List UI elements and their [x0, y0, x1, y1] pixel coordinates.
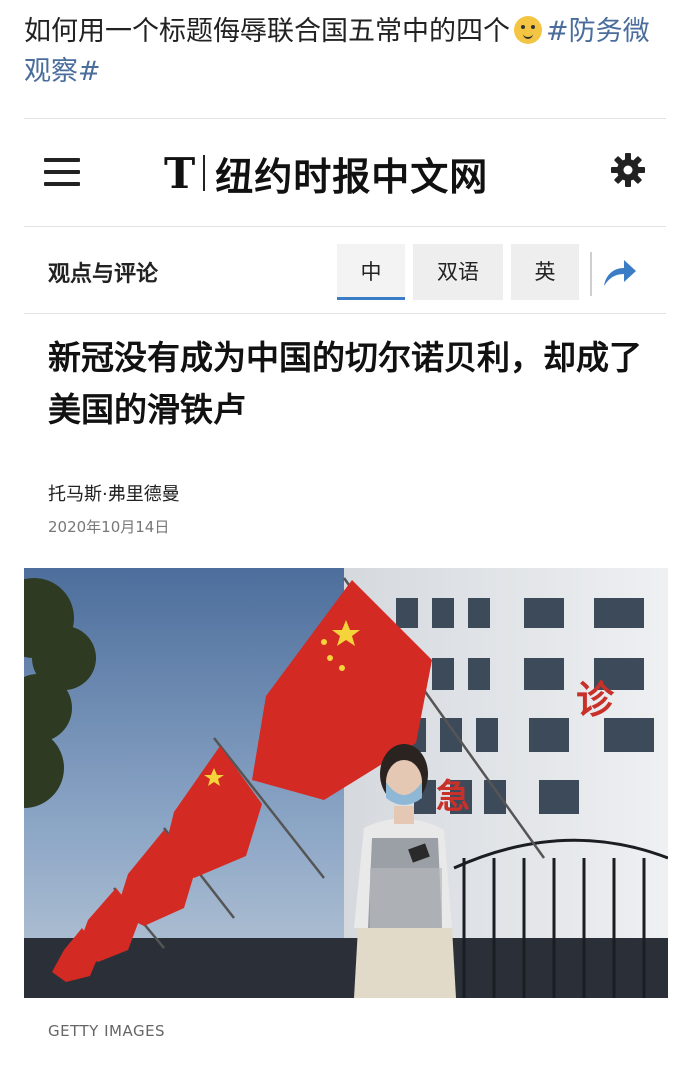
logo-mark: T: [164, 148, 196, 198]
section-divider: [24, 313, 666, 314]
gear-icon[interactable]: [610, 152, 646, 188]
share-arrow-icon[interactable]: [600, 254, 638, 290]
post-text-block: 如何用一个标题侮辱联合国五常中的四个 #防务微观察#: [24, 12, 674, 92]
logo-divider: [203, 155, 206, 191]
tab-english[interactable]: 英: [511, 244, 579, 300]
article-photo: 诊 急: [24, 568, 668, 998]
post-text: 如何用一个标题侮辱联合国五常中的四个: [24, 16, 510, 47]
top-divider: [24, 118, 666, 119]
hamburger-menu-icon[interactable]: [44, 158, 80, 186]
svg-text:诊: 诊: [576, 678, 615, 722]
header-divider: [24, 226, 666, 227]
article-date: 2020年10月14日: [48, 518, 170, 536]
section-label: 观点与评论: [48, 262, 159, 287]
share-separator: [590, 252, 592, 296]
logo-text: 纽约时报中文网: [215, 153, 489, 199]
site-header: T 纽约时报中文网: [24, 122, 666, 226]
article-author[interactable]: 托马斯·弗里德曼: [48, 480, 180, 506]
section-bar: 观点与评论 中 双语 英: [24, 230, 666, 312]
photo-caption: GETTY IMAGES: [48, 1022, 166, 1040]
tab-bilingual[interactable]: 双语: [413, 244, 503, 300]
svg-text:急: 急: [436, 777, 470, 817]
tab-chinese[interactable]: 中: [337, 244, 405, 300]
doge-emoji-icon: [514, 16, 542, 44]
article-headline[interactable]: 新冠没有成为中国的切尔诺贝利，却成了美国的滑铁卢: [48, 332, 658, 436]
site-logo[interactable]: T 纽约时报中文网: [164, 148, 489, 199]
